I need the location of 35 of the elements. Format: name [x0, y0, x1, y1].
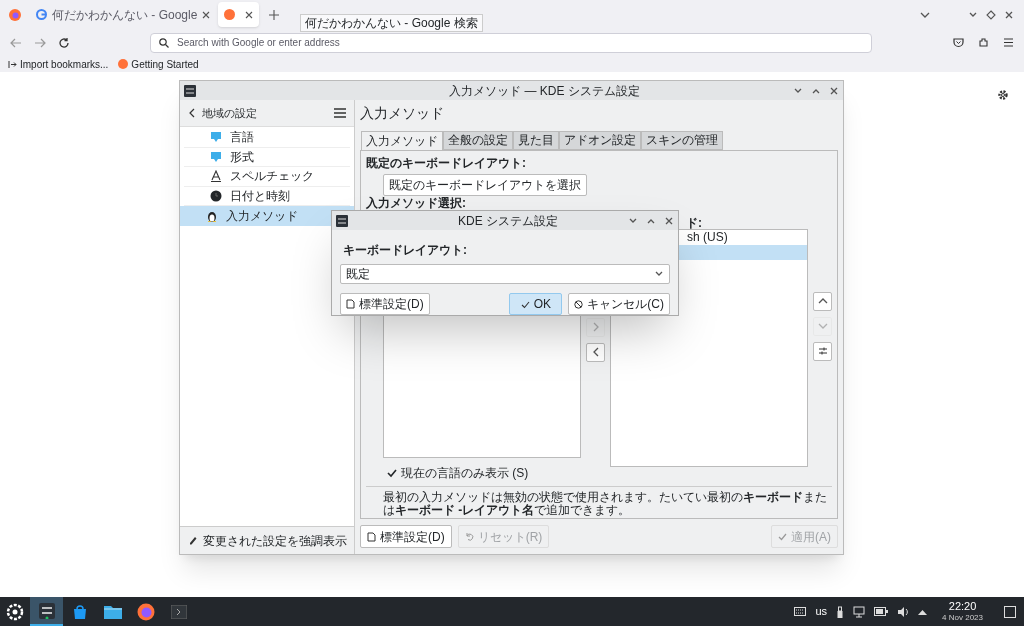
highlight-changes-button[interactable]: 変更された設定を強調表示: [180, 526, 354, 554]
page-title: 入力メソッド: [360, 103, 444, 123]
tab[interactable]: アドオン設定: [559, 130, 641, 150]
clock[interactable]: 22:20 4 Nov 2023: [942, 600, 983, 623]
dialog-button[interactable]: OK: [509, 293, 563, 315]
sidebar-item[interactable]: 言語: [184, 128, 350, 148]
dialog-button[interactable]: 標準設定(D): [360, 525, 452, 549]
info-text: 最初の入力メソッドは無効の状態で使用されます。たいてい最初のキーボードまたはキーボード -レイアウト名で追加できます。: [383, 490, 828, 517]
address-input[interactable]: Search with Google or enter address: [177, 35, 863, 50]
dialog-button[interactable]: キャンセル(C): [568, 293, 670, 315]
window-title: 入力メソッド — KDE システム設定: [448, 82, 641, 100]
bookmark-link[interactable]: Getting Started: [118, 56, 199, 72]
tab[interactable]: 見た目: [513, 130, 559, 150]
field-label: キーボードレイアウト:: [342, 242, 468, 259]
tab[interactable]: 全般の設定: [443, 130, 513, 150]
address-bar[interactable]: Search with Google or enter address: [150, 32, 872, 53]
sidebar-item[interactable]: スペルチェック: [184, 167, 350, 187]
browser-tab[interactable]: 何だかわかんない - Google: [30, 2, 217, 27]
keyboard-layout-indicator[interactable]: us: [815, 603, 828, 620]
list-label: ド:: [686, 214, 702, 229]
window-title: KDE システム設定: [457, 212, 559, 230]
sidebar-item[interactable]: 入力メソッド: [180, 206, 354, 226]
section-label: 既定のキーボードレイアウト:: [366, 156, 527, 170]
tab[interactable]: スキンの管理: [641, 130, 723, 150]
tab-title: 何だかわかんない - Google: [52, 6, 198, 24]
select-layout-button[interactable]: 既定のキーボードレイアウトを選択: [383, 173, 587, 196]
bookmark-link[interactable]: Import bookmarks...: [8, 56, 109, 72]
checkbox-label: 現在の言語のみ表示 (S): [401, 464, 529, 482]
tooltip: 何だかわかんない - Google 検索: [300, 14, 483, 32]
section-label: 入力メソッド選択:: [366, 196, 467, 210]
tab[interactable]: 入力メソッド: [361, 130, 443, 150]
sidebar-item[interactable]: 形式: [184, 147, 350, 167]
sidebar-title: 地域の設定: [202, 105, 258, 121]
layout-dropdown[interactable]: 既定: [340, 264, 670, 284]
dialog-button[interactable]: 標準設定(D): [340, 293, 430, 315]
